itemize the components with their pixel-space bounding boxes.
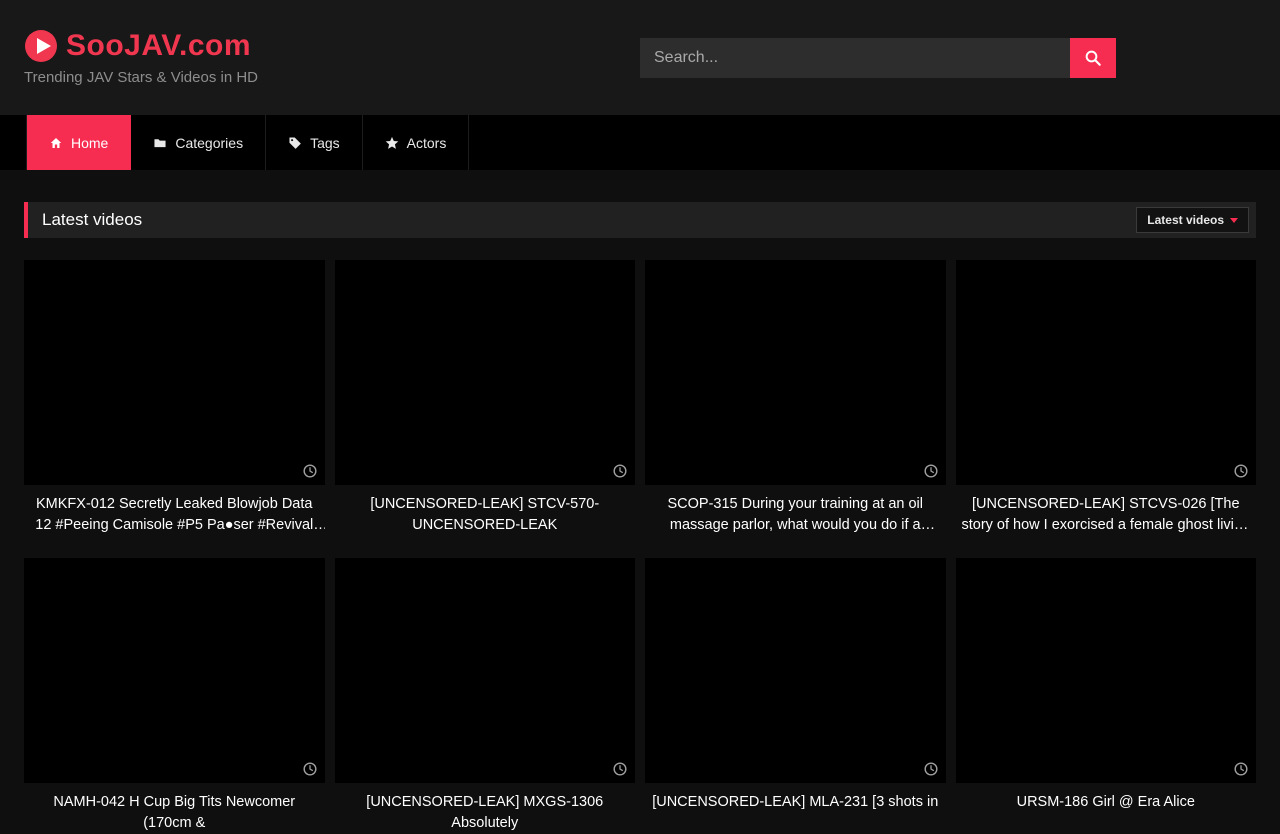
- chevron-down-icon: [1230, 218, 1238, 223]
- video-thumbnail[interactable]: [645, 260, 946, 485]
- video-card[interactable]: [UNCENSORED-LEAK] STCVS-026 [The story o…: [956, 260, 1257, 536]
- search-input[interactable]: [640, 38, 1070, 78]
- star-icon: [385, 136, 399, 150]
- clock-icon: [1234, 464, 1248, 478]
- video-title[interactable]: URSM-186 Girl @ Era Alice: [956, 792, 1257, 813]
- nav-item-tags[interactable]: Tags: [266, 115, 363, 170]
- logo-block: SooJAV.com Trending JAV Stars & Videos i…: [24, 29, 258, 86]
- clock-icon: [1234, 762, 1248, 776]
- nav-item-actors[interactable]: Actors: [363, 115, 470, 170]
- search-bar: [640, 38, 1116, 78]
- nav-label: Actors: [407, 135, 447, 151]
- video-title[interactable]: NAMH-042 H Cup Big Tits Newcomer (170cm …: [24, 792, 325, 834]
- video-card[interactable]: SCOP-315 During your training at an oil …: [645, 260, 946, 536]
- nav-item-categories[interactable]: Categories: [131, 115, 266, 170]
- clock-icon: [303, 762, 317, 776]
- video-thumbnail[interactable]: [24, 558, 325, 783]
- video-thumbnail[interactable]: [24, 260, 325, 485]
- video-card[interactable]: [UNCENSORED-LEAK] MLA-231 [3 shots in: [645, 558, 946, 834]
- section-header: Latest videos Latest videos: [24, 202, 1256, 238]
- video-thumbnail[interactable]: [956, 558, 1257, 783]
- video-thumbnail[interactable]: [645, 558, 946, 783]
- nav-item-home[interactable]: Home: [26, 115, 131, 170]
- section-title: Latest videos: [24, 210, 142, 230]
- search-button[interactable]: [1070, 38, 1116, 78]
- tag-icon: [288, 136, 302, 150]
- nav-label: Home: [71, 135, 108, 151]
- video-card[interactable]: KMKFX-012 Secretly Leaked Blowjob Data 1…: [24, 260, 325, 536]
- sort-dropdown-button[interactable]: Latest videos: [1136, 207, 1249, 233]
- video-title[interactable]: [UNCENSORED-LEAK] STCVS-026 [The story o…: [956, 494, 1257, 536]
- video-title[interactable]: [UNCENSORED-LEAK] MLA-231 [3 shots in: [645, 792, 946, 813]
- play-logo-icon: [24, 29, 58, 63]
- nav-label: Tags: [310, 135, 340, 151]
- video-title[interactable]: KMKFX-012 Secretly Leaked Blowjob Data 1…: [24, 494, 325, 536]
- clock-icon: [613, 464, 627, 478]
- logo-text[interactable]: SooJAV.com: [66, 29, 251, 63]
- nav-label: Categories: [175, 135, 243, 151]
- clock-icon: [613, 762, 627, 776]
- video-card[interactable]: URSM-186 Girl @ Era Alice: [956, 558, 1257, 834]
- video-thumbnail[interactable]: [335, 558, 636, 783]
- folder-icon: [153, 136, 167, 150]
- sort-dropdown-label: Latest videos: [1147, 213, 1224, 227]
- video-title[interactable]: [UNCENSORED-LEAK] STCV-570-UNCENSORED-LE…: [335, 494, 636, 536]
- clock-icon: [924, 464, 938, 478]
- video-card[interactable]: NAMH-042 H Cup Big Tits Newcomer (170cm …: [24, 558, 325, 834]
- video-card[interactable]: [UNCENSORED-LEAK] MXGS-1306 Absolutely: [335, 558, 636, 834]
- main-nav: Home Categories Tags Actors: [0, 115, 1280, 170]
- search-icon: [1084, 49, 1102, 67]
- video-thumbnail[interactable]: [335, 260, 636, 485]
- video-thumbnail[interactable]: [956, 260, 1257, 485]
- clock-icon: [303, 464, 317, 478]
- site-logo[interactable]: SooJAV.com: [24, 29, 258, 63]
- site-header: SooJAV.com Trending JAV Stars & Videos i…: [0, 0, 1280, 115]
- video-card[interactable]: [UNCENSORED-LEAK] STCV-570-UNCENSORED-LE…: [335, 260, 636, 536]
- home-icon: [49, 136, 63, 150]
- video-title[interactable]: SCOP-315 During your training at an oil …: [645, 494, 946, 536]
- video-title[interactable]: [UNCENSORED-LEAK] MXGS-1306 Absolutely: [335, 792, 636, 834]
- clock-icon: [924, 762, 938, 776]
- site-tagline: Trending JAV Stars & Videos in HD: [24, 69, 258, 86]
- video-grid: KMKFX-012 Secretly Leaked Blowjob Data 1…: [24, 260, 1256, 834]
